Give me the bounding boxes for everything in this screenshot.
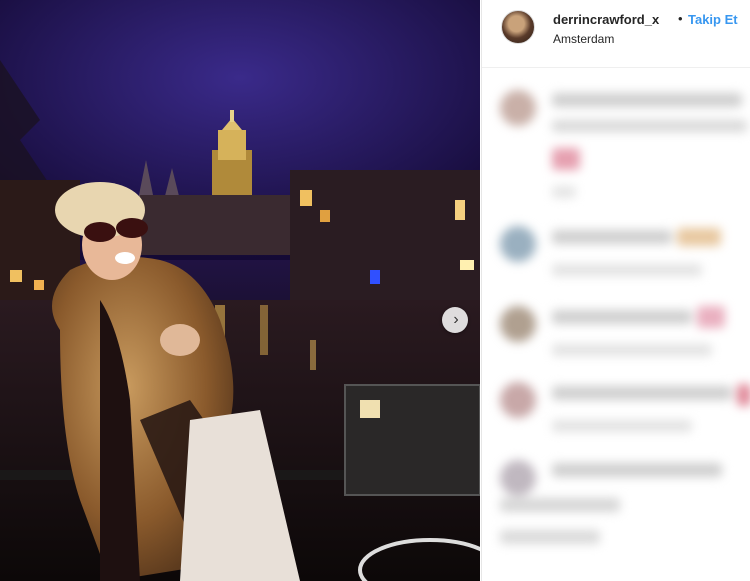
comment-line	[552, 93, 742, 107]
post-sidebar: derrincrawford_x • Takip Et Amsterdam	[481, 0, 750, 581]
comment-meta	[552, 264, 702, 276]
comment-emoji	[552, 148, 580, 170]
comment-avatar	[500, 382, 536, 418]
username-link[interactable]: derrincrawford_x	[553, 12, 659, 27]
comment-line	[552, 120, 747, 132]
instagram-post: › derrincrawford_x • Takip Et Amsterdam	[0, 0, 750, 581]
comment-emoji	[677, 228, 721, 246]
comment-avatar	[500, 306, 536, 342]
comment-line	[500, 498, 620, 512]
comment-avatar	[500, 460, 536, 496]
comment-line	[552, 310, 692, 324]
amsterdam-night-photo	[0, 0, 480, 581]
location-link[interactable]: Amsterdam	[553, 32, 614, 46]
blurred-comments	[482, 68, 750, 581]
profile-avatar[interactable]	[501, 10, 535, 44]
post-photo[interactable]: ›	[0, 0, 480, 581]
comment-emoji	[737, 384, 750, 406]
comment-line	[552, 230, 672, 244]
comment-line	[552, 463, 722, 477]
separator-dot: •	[678, 11, 683, 26]
comment-avatar	[500, 90, 536, 126]
comment-meta	[552, 420, 692, 432]
comment-line	[552, 386, 732, 400]
chevron-right-icon: ›	[453, 311, 459, 328]
next-photo-button[interactable]: ›	[442, 307, 468, 333]
follow-button[interactable]: Takip Et	[688, 12, 738, 27]
comment-meta	[552, 186, 576, 198]
comment-emoji	[697, 306, 725, 328]
comment-avatar	[500, 226, 536, 262]
comment-line	[500, 530, 600, 544]
post-header: derrincrawford_x • Takip Et Amsterdam	[482, 0, 750, 68]
comment-meta	[552, 344, 712, 356]
